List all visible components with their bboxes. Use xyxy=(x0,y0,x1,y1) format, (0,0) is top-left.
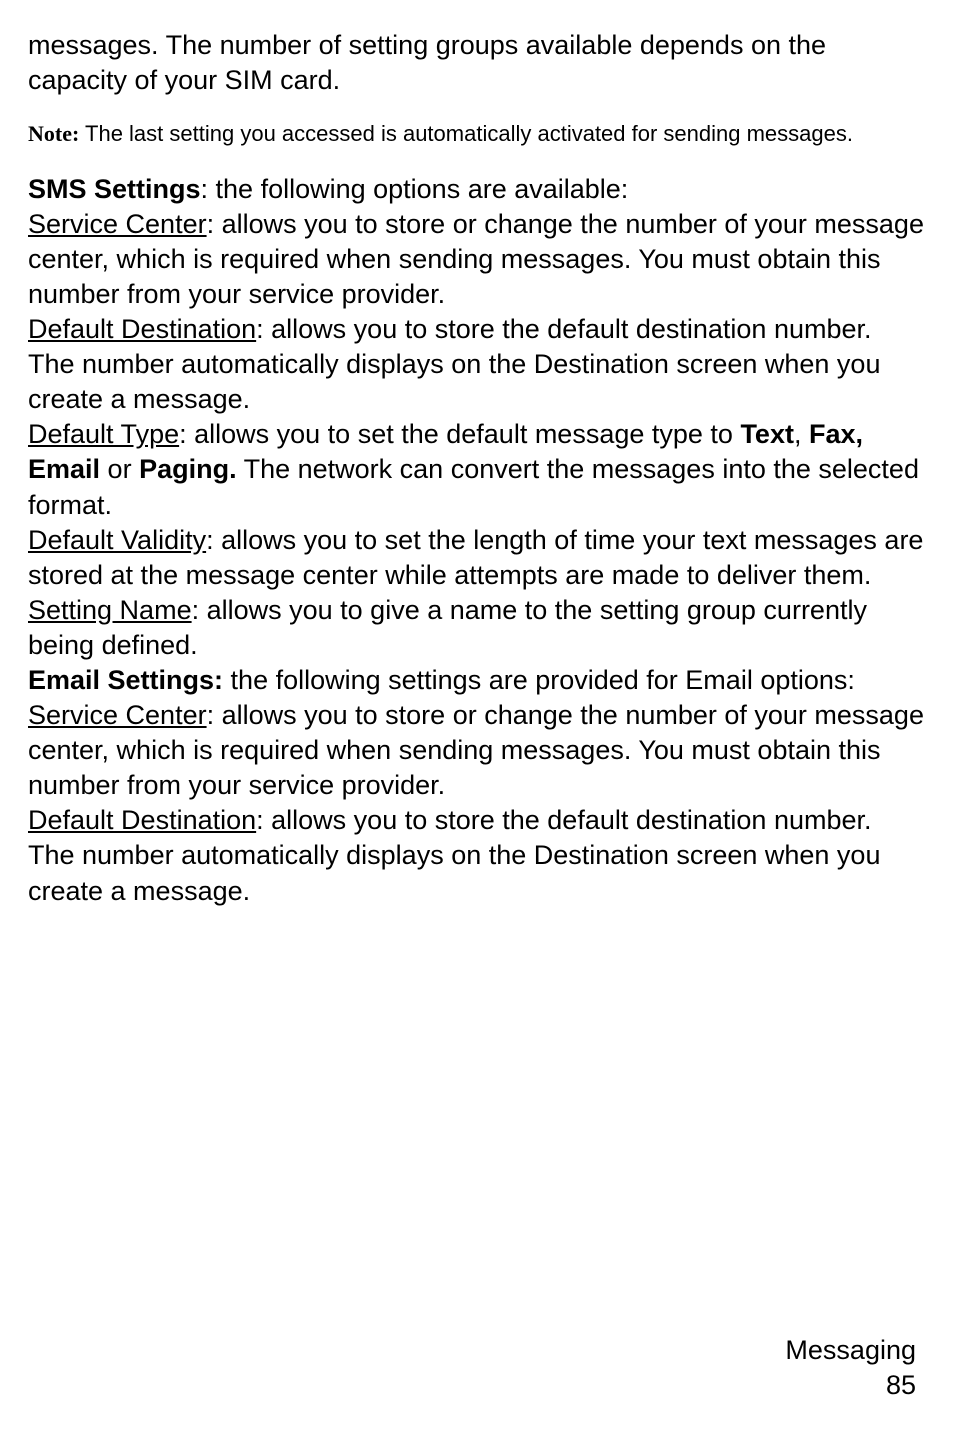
footer-page-number: 85 xyxy=(785,1368,916,1403)
document-content: messages. The number of setting groups a… xyxy=(28,28,924,909)
note-paragraph: Note: The last setting you accessed is a… xyxy=(28,120,924,148)
default-type-text-bold: Text xyxy=(740,419,794,449)
service-center-label: Service Center xyxy=(28,209,207,239)
main-block: SMS Settings: the following options are … xyxy=(28,172,924,909)
default-validity-label: Default Validity xyxy=(28,525,206,555)
default-type-text1: : allows you to set the default message … xyxy=(179,419,740,449)
footer-section: Messaging xyxy=(785,1333,916,1368)
email-service-center-label: Service Center xyxy=(28,700,207,730)
default-type-label: Default Type xyxy=(28,419,179,449)
email-default-destination-label: Default Destination xyxy=(28,805,256,835)
default-destination-label: Default Destination xyxy=(28,314,256,344)
intro-paragraph: messages. The number of setting groups a… xyxy=(28,28,924,98)
email-settings-suffix: the following settings are provided for … xyxy=(223,665,855,695)
sms-settings-suffix: : the following options are available: xyxy=(201,174,629,204)
page-footer: Messaging 85 xyxy=(785,1333,916,1403)
setting-name-label: Setting Name xyxy=(28,595,192,625)
default-type-or: or xyxy=(100,454,139,484)
email-settings-heading: Email Settings: xyxy=(28,665,223,695)
note-label: Note: xyxy=(28,121,79,146)
default-type-paging-bold: Paging. xyxy=(139,454,237,484)
default-type-comma: , xyxy=(794,419,809,449)
note-text: The last setting you accessed is automat… xyxy=(79,121,853,146)
sms-settings-heading: SMS Settings xyxy=(28,174,201,204)
